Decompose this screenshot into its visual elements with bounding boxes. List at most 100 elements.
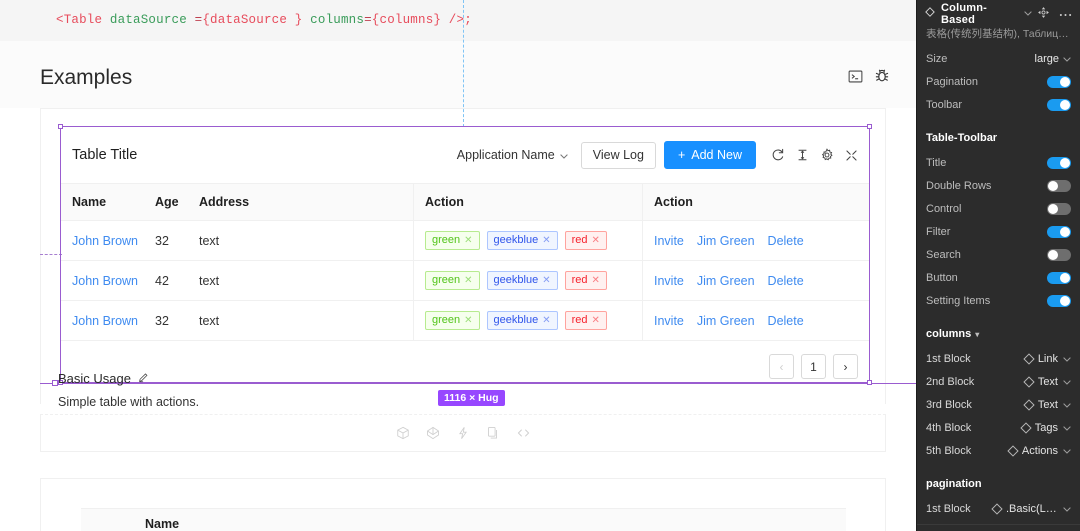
toolbar-item-control[interactable]: Control: [917, 197, 1080, 220]
close-icon[interactable]: ✕: [464, 315, 472, 326]
tag[interactable]: green ✕: [425, 231, 480, 250]
toolbar-item-control-toggle[interactable]: [1047, 202, 1071, 215]
column-block-3-value[interactable]: Text: [1023, 399, 1071, 411]
toolbar-item-search-toggle[interactable]: [1047, 248, 1071, 261]
tag[interactable]: geekblue ✕: [486, 311, 558, 330]
action-invite[interactable]: Invite: [654, 314, 684, 328]
section-columns[interactable]: columns ▾: [917, 321, 1080, 347]
page-title: Examples: [40, 66, 133, 89]
code-band: <Table dataSource ={dataSource } columns…: [0, 0, 916, 41]
prop-pagination-toggle[interactable]: [1047, 75, 1071, 88]
prop-size[interactable]: Size large: [917, 47, 1080, 70]
chevron-down-icon[interactable]: [1024, 9, 1032, 18]
bug-icon[interactable]: [874, 68, 890, 84]
toolbar-item-title-toggle[interactable]: [1047, 156, 1071, 169]
column-block-2-value[interactable]: Text: [1023, 376, 1071, 388]
action-delete[interactable]: Delete: [768, 314, 804, 328]
pagination-next[interactable]: ›: [833, 354, 858, 379]
column-header-action-tags[interactable]: Action: [413, 184, 642, 220]
basic-usage-heading: Basic Usage: [58, 371, 149, 386]
settings-gear-icon[interactable]: [820, 148, 834, 162]
close-icon[interactable]: ✕: [464, 235, 472, 246]
tag[interactable]: geekblue ✕: [486, 271, 558, 290]
cell-name[interactable]: John Brown: [61, 234, 144, 248]
toolbar-item-double-rows-toggle[interactable]: [1047, 179, 1071, 192]
prop-toolbar-toggle[interactable]: [1047, 98, 1071, 111]
pagination-prev[interactable]: ‹: [769, 354, 794, 379]
toolbar-item-search[interactable]: Search: [917, 243, 1080, 266]
close-icon[interactable]: ✕: [591, 235, 599, 246]
column-block-1[interactable]: 1st Block Link: [917, 347, 1080, 370]
table-row: John Brown 32 text green ✕ geekblue ✕ red ✕…: [61, 221, 869, 261]
view-log-button[interactable]: View Log: [580, 141, 656, 169]
cell-name[interactable]: John Brown: [61, 274, 144, 288]
tag[interactable]: red ✕: [564, 311, 607, 330]
toolbar-item-button-toggle[interactable]: [1047, 271, 1071, 284]
toolbar-item-double-rows[interactable]: Double Rows: [917, 174, 1080, 197]
column-header-action-links[interactable]: Action: [642, 184, 867, 220]
panel-subtitle: 表格(传统列基结构), Таблица Table - ...: [926, 28, 1080, 40]
table-component: Table Title Application Name View Log + …: [61, 127, 869, 382]
cell-name[interactable]: John Brown: [61, 314, 144, 328]
close-icon[interactable]: ✕: [542, 235, 550, 246]
fullscreen-icon[interactable]: [845, 149, 858, 162]
action-jim-green[interactable]: Jim Green: [697, 274, 755, 288]
close-icon[interactable]: ✕: [591, 315, 599, 326]
console-icon[interactable]: [848, 69, 863, 84]
toolbar-item-setting-items-toggle[interactable]: [1047, 294, 1071, 307]
codesandbox-icon[interactable]: [396, 426, 410, 440]
code-brackets-icon[interactable]: [516, 426, 531, 440]
close-icon[interactable]: ✕: [464, 275, 472, 286]
prop-toolbar[interactable]: Toolbar: [917, 93, 1080, 116]
column-block-1-value[interactable]: Link: [1023, 353, 1071, 365]
toolbar-item-filter-toggle[interactable]: [1047, 225, 1071, 238]
column-block-1-label: 1st Block: [926, 352, 971, 365]
action-jim-green[interactable]: Jim Green: [697, 234, 755, 248]
pencil-icon[interactable]: [138, 371, 149, 386]
column-block-5-value[interactable]: Actions: [1007, 445, 1071, 457]
prop-size-value[interactable]: large: [1035, 53, 1071, 65]
codepen-icon[interactable]: [426, 426, 440, 440]
column-height-icon[interactable]: [796, 148, 809, 162]
toolbar-item-button[interactable]: Button: [917, 266, 1080, 289]
action-delete[interactable]: Delete: [768, 234, 804, 248]
action-invite[interactable]: Invite: [654, 234, 684, 248]
toolbar-item-title[interactable]: Title: [917, 151, 1080, 174]
cell-address: text: [199, 233, 220, 248]
close-icon[interactable]: ✕: [591, 275, 599, 286]
caret-down-icon: ▾: [975, 329, 980, 339]
close-icon[interactable]: ✕: [542, 315, 550, 326]
add-new-button[interactable]: + Add New: [663, 141, 756, 169]
close-icon[interactable]: ✕: [542, 275, 550, 286]
tag-label: green: [432, 274, 461, 286]
column-block-4-value[interactable]: Tags: [1020, 422, 1071, 434]
copy-icon[interactable]: [486, 426, 500, 440]
action-invite[interactable]: Invite: [654, 274, 684, 288]
bolt-icon[interactable]: [456, 426, 470, 440]
action-jim-green[interactable]: Jim Green: [697, 314, 755, 328]
column-header-name[interactable]: Name: [61, 195, 144, 209]
tag[interactable]: green ✕: [425, 311, 480, 330]
reload-icon[interactable]: [771, 148, 785, 162]
tag[interactable]: green ✕: [425, 271, 480, 290]
column-block-4[interactable]: 4th Block Tags: [917, 416, 1080, 439]
toolbar-item-setting-items[interactable]: Setting Items: [917, 289, 1080, 312]
column-header-address[interactable]: Address: [188, 195, 413, 209]
tag[interactable]: red ✕: [564, 231, 607, 250]
column-block-3[interactable]: 3rd Block Text: [917, 393, 1080, 416]
column-header-age[interactable]: Age: [144, 195, 188, 209]
chevron-down-icon: [1063, 53, 1071, 65]
pagination-block-1-value[interactable]: .Basic(Le...: [991, 503, 1071, 515]
pagination-block-1[interactable]: 1st Block .Basic(Le...: [917, 497, 1080, 520]
prop-pagination[interactable]: Pagination: [917, 70, 1080, 93]
toolbar-item-filter[interactable]: Filter: [917, 220, 1080, 243]
tag[interactable]: red ✕: [564, 271, 607, 290]
column-block-2[interactable]: 2nd Block Text: [917, 370, 1080, 393]
pagination-page-1[interactable]: 1: [801, 354, 826, 379]
action-delete[interactable]: Delete: [768, 274, 804, 288]
column-block-5[interactable]: 5th Block Actions: [917, 439, 1080, 462]
application-name-select[interactable]: Application Name: [457, 148, 568, 162]
tag[interactable]: geekblue ✕: [486, 231, 558, 250]
reset-instance-icon[interactable]: [1038, 6, 1049, 21]
more-options-icon[interactable]: [1059, 8, 1072, 20]
